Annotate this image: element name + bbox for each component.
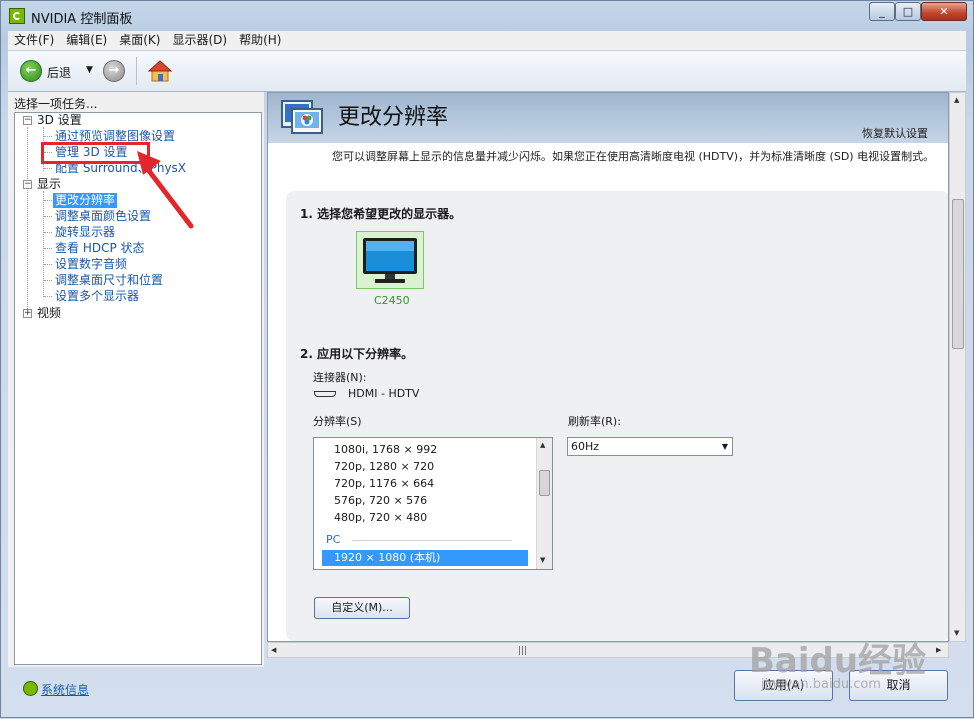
tree-item-change-resolution[interactable]: 更改分辨率 (53, 193, 118, 208)
settings-panel: 1. 选择您希望更改的显示器。 C2450 2. 应用以下分辨率。 连接器(N)… (286, 191, 948, 641)
nvidia-info-icon (23, 681, 38, 696)
annotation-highlight-box (41, 142, 150, 164)
system-info-label[interactable]: 系统信息 (41, 681, 89, 698)
content-vertical-scrollbar[interactable]: ▲ ▼ (949, 92, 966, 642)
scroll-up-icon[interactable]: ▲ (540, 441, 545, 449)
scroll-thumb[interactable] (952, 199, 964, 349)
resolution-option[interactable]: 1080i, 1768 × 992 (334, 443, 437, 456)
task-tree: − 3D 设置 通过预览调整图像设置 管理 3D 设置 配置 Surround、… (14, 112, 262, 665)
tree-item-rotate-display[interactable]: 旋转显示器 (55, 225, 115, 240)
menu-desktop[interactable]: 桌面(K) (113, 31, 166, 50)
scroll-up-icon[interactable]: ▲ (954, 96, 959, 104)
tree-item-desktop-size[interactable]: 调整桌面尺寸和位置 (55, 273, 163, 288)
restore-defaults-link[interactable]: 恢复默认设置 (862, 125, 928, 141)
task-pane-title: 选择一项任务... (14, 97, 98, 111)
tree-line (43, 191, 44, 297)
refresh-rate-select[interactable]: 60Hz ▼ (567, 437, 733, 456)
tree-line (44, 136, 52, 137)
window-title: NVIDIA 控制面板 (31, 12, 133, 27)
tree-category-video[interactable]: 视频 (37, 306, 61, 321)
back-button-label[interactable]: 后退 (47, 64, 71, 81)
tree-category-display[interactable]: 显示 (37, 177, 61, 192)
page-title: 更改分辨率 (338, 105, 449, 130)
tree-line (44, 264, 52, 265)
display-settings-icon (281, 100, 323, 134)
tree-line (44, 248, 52, 249)
expand-video-icon[interactable]: + (23, 309, 32, 318)
resolution-option[interactable]: 480p, 720 × 480 (334, 511, 427, 524)
tree-item-multiple-displays[interactable]: 设置多个显示器 (55, 289, 139, 304)
refresh-rate-label: 刷新率(R): (568, 415, 621, 428)
scroll-grip-icon[interactable]: ||| (518, 646, 527, 656)
scroll-left-icon[interactable]: ◀ (271, 646, 276, 654)
scroll-down-icon[interactable]: ▼ (954, 629, 959, 637)
customize-button[interactable]: 自定义(M)... (314, 597, 410, 619)
maximize-button[interactable]: □ (895, 2, 921, 21)
collapse-3d-icon[interactable]: − (23, 116, 32, 125)
step1-heading: 1. 选择您希望更改的显示器。 (300, 207, 462, 221)
menu-display[interactable]: 显示器(D) (166, 31, 233, 50)
scroll-thumb[interactable] (539, 470, 550, 496)
tree-line (44, 168, 52, 169)
tree-item-hdcp-status[interactable]: 查看 HDCP 状态 (55, 241, 145, 256)
tree-line (44, 296, 52, 297)
minimize-button[interactable]: _ (869, 2, 895, 21)
connector-label: 连接器(N): (313, 371, 367, 384)
tree-item-digital-audio[interactable]: 设置数字音频 (55, 257, 127, 272)
chevron-down-icon: ▼ (721, 442, 728, 451)
close-button[interactable]: ✕ (921, 2, 967, 21)
refresh-rate-value: 60Hz (571, 440, 600, 453)
tree-item-desktop-color[interactable]: 调整桌面颜色设置 (55, 209, 151, 224)
home-icon[interactable] (148, 59, 172, 83)
resolution-option[interactable]: 720p, 1280 × 720 (334, 460, 434, 473)
monitor-name: C2450 (374, 294, 410, 307)
content-pane: 更改分辨率 恢复默认设置 您可以调整屏幕上显示的信息量并减少闪烁。如果您正在使用… (267, 92, 949, 642)
baidu-watermark: Baidu经验 (749, 641, 927, 681)
tree-line (44, 216, 52, 217)
back-arrow-icon[interactable]: ← (20, 60, 42, 82)
toolbar-separator (136, 57, 137, 85)
monitor-tile-c2450[interactable] (356, 231, 424, 289)
tree-line (27, 127, 28, 317)
resolution-scrollbar[interactable]: ▲ ▼ (536, 438, 552, 569)
menu-file[interactable]: 文件(F) (8, 31, 60, 50)
resolution-option-selected[interactable]: 1920 × 1080 (本机) (322, 550, 528, 566)
group-divider (352, 540, 512, 541)
step2-heading: 2. 应用以下分辨率。 (300, 347, 414, 361)
collapse-display-icon[interactable]: − (23, 180, 32, 189)
tree-line (44, 280, 52, 281)
tree-line (44, 232, 52, 233)
scroll-down-icon[interactable]: ▼ (540, 556, 545, 564)
forward-arrow-icon[interactable]: → (103, 60, 125, 82)
history-dropdown-icon[interactable]: ▼ (86, 65, 93, 75)
menu-help[interactable]: 帮助(H) (233, 31, 287, 50)
resolution-option[interactable]: 576p, 720 × 576 (334, 494, 427, 507)
scroll-right-icon[interactable]: ▶ (936, 646, 941, 654)
resolution-label: 分辨率(S) (313, 415, 362, 428)
nvidia-logo-icon (9, 8, 25, 24)
resolution-option[interactable]: 720p, 1176 × 664 (334, 477, 434, 490)
page-description: 您可以调整屏幕上显示的信息量并减少闪烁。如果您正在使用高清晰度电视 (HDTV)… (332, 150, 935, 163)
page-banner: 更改分辨率 恢复默认设置 (268, 93, 948, 143)
menu-bar: 文件(F) 编辑(E) 桌面(K) 显示器(D) 帮助(H) (8, 31, 966, 51)
title-bar: NVIDIA 控制面板 _ □ ✕ (1, 1, 973, 31)
monitor-icon (363, 238, 417, 283)
resolution-group-pc: PC (326, 533, 341, 546)
app-window: NVIDIA 控制面板 _ □ ✕ 文件(F) 编辑(E) 桌面(K) 显示器(D) 帮… (0, 0, 974, 718)
task-pane: 选择一项任务... − 3D 设置 通过预览调整图像设置 管理 3D 设置 配置… (8, 92, 264, 667)
resolution-listbox[interactable]: 1080i, 1768 × 992 720p, 1280 × 720 720p,… (313, 437, 553, 570)
tree-category-3d[interactable]: 3D 设置 (37, 113, 82, 128)
connector-value: HDMI - HDTV (348, 387, 420, 400)
toolbar: ← 后退 ▼ → (8, 51, 966, 92)
hdmi-icon (314, 391, 336, 397)
baidu-watermark-url: jingyan.baidu.com (761, 677, 881, 692)
tree-line (44, 200, 52, 201)
menu-edit[interactable]: 编辑(E) (60, 31, 113, 50)
